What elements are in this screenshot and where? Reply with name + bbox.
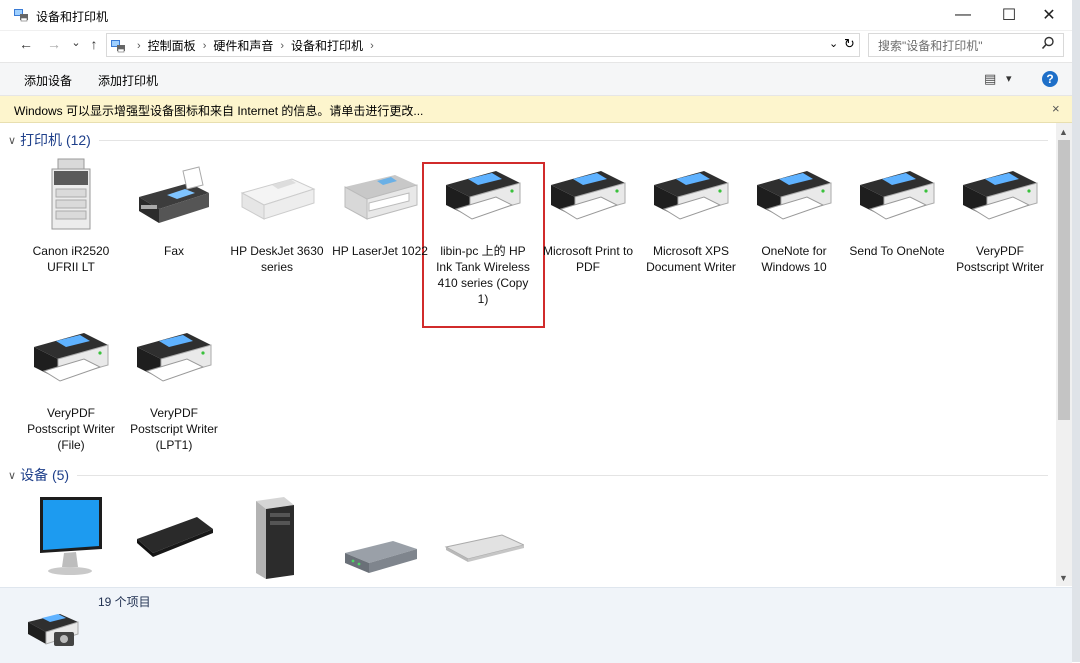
printer-label: OneNote for Windows 10 (761, 244, 827, 274)
printer-label: libin-pc 上的 HP Ink Tank Wireless 410 ser… (436, 244, 530, 306)
add-device-button[interactable]: 添加设备 (24, 72, 72, 89)
item-count: 19 个项目 (98, 595, 151, 609)
device-item[interactable] (226, 493, 328, 583)
printer-icon (757, 171, 832, 220)
printer-icon (34, 333, 109, 382)
title-bar (0, 0, 1072, 31)
printer-item[interactable]: HP LaserJet 1022 (329, 157, 431, 259)
printer-icon (137, 333, 212, 382)
printer-item[interactable]: HP DeskJet 3630 series (226, 157, 328, 275)
keyboard-icon (444, 534, 524, 562)
device-list: ∨ 打印机 (12) Canon iR2520 UFRII LT Fax HP … (8, 123, 1056, 586)
printer-label: Fax (163, 244, 184, 258)
chevron-down-icon[interactable]: ∨ (8, 469, 16, 482)
device-item[interactable] (123, 493, 225, 583)
group-divider (77, 474, 1048, 476)
command-bar (0, 62, 1072, 96)
address-dropdown-button[interactable]: ⌄ (829, 37, 838, 50)
pc-tower-icon (256, 497, 294, 579)
printer-label: HP DeskJet 3630 series (230, 244, 324, 274)
printer-label: Send To OneNote (849, 244, 945, 258)
search-icon[interactable] (1041, 36, 1055, 50)
scroll-down-button[interactable]: ▼ (1059, 573, 1068, 583)
printer-item[interactable]: Canon iR2520 UFRII LT (20, 157, 122, 275)
window: 设备和打印机 — ☐ ✕ ← → ⌄ ↑ › 控制面板 › 硬件和声音 › 设备… (0, 0, 1072, 663)
printer-label: HP LaserJet 1022 (332, 244, 428, 258)
info-bar-close-button[interactable]: × (1052, 101, 1060, 116)
fax-icon (139, 166, 209, 223)
printer-icon (654, 171, 729, 220)
recent-locations-button[interactable]: ⌄ (68, 36, 84, 49)
printer-icon (551, 171, 626, 220)
printer-icon (860, 171, 935, 220)
network-device-icon (345, 541, 417, 573)
add-printer-button[interactable]: 添加打印机 (98, 72, 158, 89)
details-pane (0, 587, 1072, 663)
scroll-up-button[interactable]: ▲ (1059, 127, 1068, 137)
printer-label: Microsoft XPS Document Writer (646, 244, 736, 274)
group-header-devices[interactable]: ∨ 设备 (5) (8, 465, 1048, 485)
chevron-right-icon[interactable]: › (280, 40, 284, 52)
copier-icon (51, 158, 91, 230)
devices-printers-icon (14, 9, 28, 22)
printer-label: Canon iR2520 UFRII LT (32, 244, 110, 274)
refresh-button[interactable]: ↻ (844, 36, 855, 52)
up-button[interactable]: ↑ (86, 36, 102, 52)
breadcrumb-hardware-sound[interactable]: 硬件和声音 (213, 37, 273, 54)
window-title: 设备和打印机 (36, 10, 109, 24)
printer-item[interactable]: Microsoft XPS Document Writer (640, 157, 742, 275)
devices-printers-large-icon (28, 614, 79, 646)
printer-item[interactable]: Send To OneNote (846, 157, 948, 259)
help-icon[interactable]: ? (1042, 71, 1058, 87)
device-item[interactable] (20, 493, 122, 583)
minimize-button[interactable]: — (940, 0, 986, 30)
group-divider (98, 139, 1048, 141)
printer-icon (963, 171, 1038, 220)
printer-item[interactable]: VeryPDF Postscript Writer (File) (20, 319, 122, 453)
info-bar-text[interactable]: Windows 可以显示增强型设备图标和来自 Internet 的信息。请单击进… (14, 102, 423, 119)
forward-button[interactable]: → (46, 36, 62, 52)
chevron-down-icon[interactable]: ∨ (8, 134, 16, 147)
device-item[interactable] (432, 493, 534, 583)
location-icon (111, 39, 125, 52)
group-title-devices: 设备 (5) (20, 467, 70, 483)
printer-item[interactable]: libin-pc 上的 HP Ink Tank Wireless 410 ser… (432, 157, 534, 307)
view-dropdown-button[interactable]: ▾ (1006, 72, 1012, 85)
change-view-icon[interactable]: ▤ (984, 71, 996, 87)
breadcrumb-devices-printers[interactable]: 设备和打印机 (291, 37, 363, 54)
printer-label: VeryPDF Postscript Writer (956, 244, 1044, 274)
breadcrumb-control-panel[interactable]: 控制面板 (148, 37, 196, 54)
printer-item[interactable]: Fax (123, 157, 225, 259)
breadcrumb: › 控制面板 › 硬件和声音 › 设备和打印机 › (110, 37, 381, 54)
chevron-right-icon[interactable]: › (370, 40, 374, 52)
search-placeholder: 搜索"设备和打印机" (878, 39, 983, 53)
back-button[interactable]: ← (18, 36, 34, 52)
printer-icon (446, 171, 521, 220)
printer-item[interactable]: OneNote for Windows 10 (743, 157, 845, 275)
background-window-edge (1072, 0, 1080, 662)
device-item[interactable] (329, 493, 431, 583)
laser-printer-icon (344, 175, 418, 220)
chevron-right-icon[interactable]: › (203, 40, 207, 52)
scrollbar-thumb[interactable] (1058, 140, 1070, 420)
group-title-printers: 打印机 (12) (20, 132, 91, 148)
keyboard-icon (137, 517, 213, 557)
chevron-right-icon: › (137, 39, 141, 52)
printer-item[interactable]: VeryPDF Postscript Writer (LPT1) (123, 319, 225, 453)
monitor-icon (40, 497, 102, 575)
group-header-printers[interactable]: ∨ 打印机 (12) (8, 130, 1048, 150)
inkjet-printer-icon (240, 178, 316, 220)
printer-label: VeryPDF Postscript Writer (LPT1) (130, 406, 218, 452)
close-button[interactable]: ✕ (1026, 0, 1072, 30)
printer-item[interactable]: VeryPDF Postscript Writer (949, 157, 1051, 275)
printer-label: VeryPDF Postscript Writer (File) (27, 406, 115, 452)
printer-label: Microsoft Print to PDF (542, 244, 634, 274)
printer-item[interactable]: Microsoft Print to PDF (537, 157, 639, 275)
